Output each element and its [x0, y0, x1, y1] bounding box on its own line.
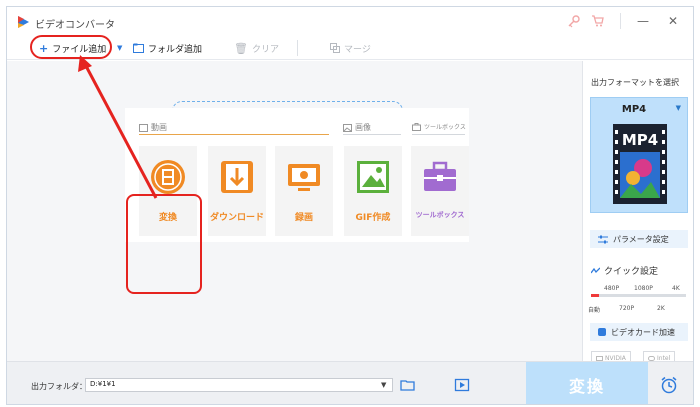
title-divider — [620, 13, 621, 29]
gpu-acceleration-button[interactable]: ビデオカード加速 — [590, 323, 688, 341]
parameter-settings-label: パラメータ設定 — [613, 234, 669, 244]
close-button[interactable]: ✕ — [664, 13, 682, 29]
download-tile-label: ダウンロード — [209, 213, 264, 223]
output-format-title: 出力フォーマットを選択 — [591, 78, 679, 87]
record-tile[interactable]: 録画 — [275, 146, 333, 236]
quality-slider[interactable] — [591, 294, 686, 297]
video-category-label: 動画 — [151, 123, 167, 132]
quality-slider-fill — [591, 294, 599, 297]
app-window: ビデオコンバータ — ✕ + ファイル追加 ▼ フォルダ追加 🗑 クリア マージ… — [6, 6, 694, 405]
quality-1080p-label: 1080P — [634, 285, 653, 292]
record-tile-label: 録画 — [294, 213, 313, 223]
add-file-highlight — [30, 35, 112, 59]
clear-button[interactable]: 🗑 クリア — [234, 41, 279, 55]
gif-tile[interactable]: GIF作成 — [344, 146, 402, 236]
intel-logo-icon — [648, 355, 655, 361]
gpu-chip-icon — [598, 328, 606, 336]
quality-480p-label: 480P — [604, 285, 620, 292]
quality-720p-label: 720P — [619, 305, 635, 312]
output-folder-field[interactable]: D:¥1¥1 — [85, 378, 393, 392]
toolbox-category-label: ツールボックス — [424, 124, 466, 131]
gif-image-icon — [357, 161, 389, 193]
key-icon[interactable] — [567, 14, 581, 28]
toolbox-category-underline — [412, 134, 465, 135]
open-folder-icon[interactable] — [400, 378, 416, 392]
toolbox-tile[interactable]: ツールボックス — [411, 146, 469, 236]
merge-button[interactable]: マージ — [330, 41, 371, 55]
title-bar: ビデオコンバータ — ✕ — [7, 7, 693, 36]
add-folder-label: フォルダ追加 — [148, 44, 203, 55]
parameter-settings-button[interactable]: パラメータ設定 — [590, 230, 688, 248]
convert-button[interactable]: 変換 — [526, 362, 648, 404]
video-category-underline — [139, 134, 329, 135]
quality-4k-label: 4K — [672, 285, 680, 292]
film-convert-icon — [151, 160, 185, 194]
gpu-acceleration-label: ビデオカード加速 — [611, 327, 675, 337]
bottom-bar: 出力フォルダ： D:¥1¥1 ▼ 変換 — [7, 361, 693, 404]
image-category: 画像 — [343, 122, 371, 133]
clear-label: クリア — [251, 44, 279, 55]
video-category: 動画 — [139, 122, 167, 133]
video-category-icon — [139, 123, 148, 132]
quick-settings-label: クイック設定 — [604, 267, 659, 277]
format-name: MP4 — [621, 104, 647, 115]
add-file-dropdown-icon[interactable]: ▼ — [117, 41, 122, 55]
image-category-underline — [343, 134, 401, 135]
toolbox-tile-label: ツールボックス — [415, 211, 465, 219]
image-category-label: 画像 — [355, 123, 371, 132]
toolbox-icon — [424, 161, 456, 191]
format-side-panel: 出力フォーマットを選択 MP4 ▼ MP4 パラメータ設定 クイック設定 480… — [582, 61, 693, 365]
screen-record-icon — [288, 164, 320, 191]
quality-auto-label: 自動 — [588, 307, 601, 314]
quick-settings-icon — [591, 267, 600, 273]
format-selector[interactable]: MP4 ▼ MP4 — [590, 97, 688, 213]
add-folder-button[interactable]: フォルダ追加 — [133, 41, 202, 55]
sliders-icon — [598, 235, 608, 243]
toolbox-category: ツールボックス — [412, 122, 466, 131]
alarm-clock-icon[interactable] — [660, 376, 678, 394]
quality-2k-label: 2K — [657, 305, 665, 312]
merge-icon — [330, 43, 340, 53]
image-category-icon — [343, 123, 352, 132]
toolbox-category-icon — [412, 122, 421, 131]
minimize-button[interactable]: — — [634, 13, 652, 29]
trash-icon: 🗑 — [234, 41, 248, 55]
convert-tile-highlight — [126, 194, 202, 294]
output-folder-label: 出力フォルダ： — [31, 382, 87, 391]
format-badge-text: MP4 — [622, 131, 658, 149]
download-tile[interactable]: ダウンロード — [208, 146, 266, 236]
nvidia-logo-icon — [596, 355, 603, 361]
folder-add-icon — [133, 43, 144, 53]
quick-settings-heading: クイック設定 — [591, 264, 658, 277]
merge-label: マージ — [344, 44, 371, 55]
format-dropdown-icon[interactable]: ▼ — [676, 104, 681, 112]
app-title: ビデオコンバータ — [35, 20, 115, 31]
download-icon — [221, 161, 253, 193]
cart-icon[interactable] — [591, 14, 605, 28]
mp4-format-icon: MP4 — [613, 124, 667, 204]
app-logo-icon — [18, 16, 29, 28]
output-list-icon[interactable] — [454, 378, 470, 392]
gif-tile-label: GIF作成 — [355, 213, 391, 223]
output-folder-dropdown-icon[interactable]: ▼ — [381, 381, 386, 389]
toolbar-separator — [297, 40, 298, 56]
